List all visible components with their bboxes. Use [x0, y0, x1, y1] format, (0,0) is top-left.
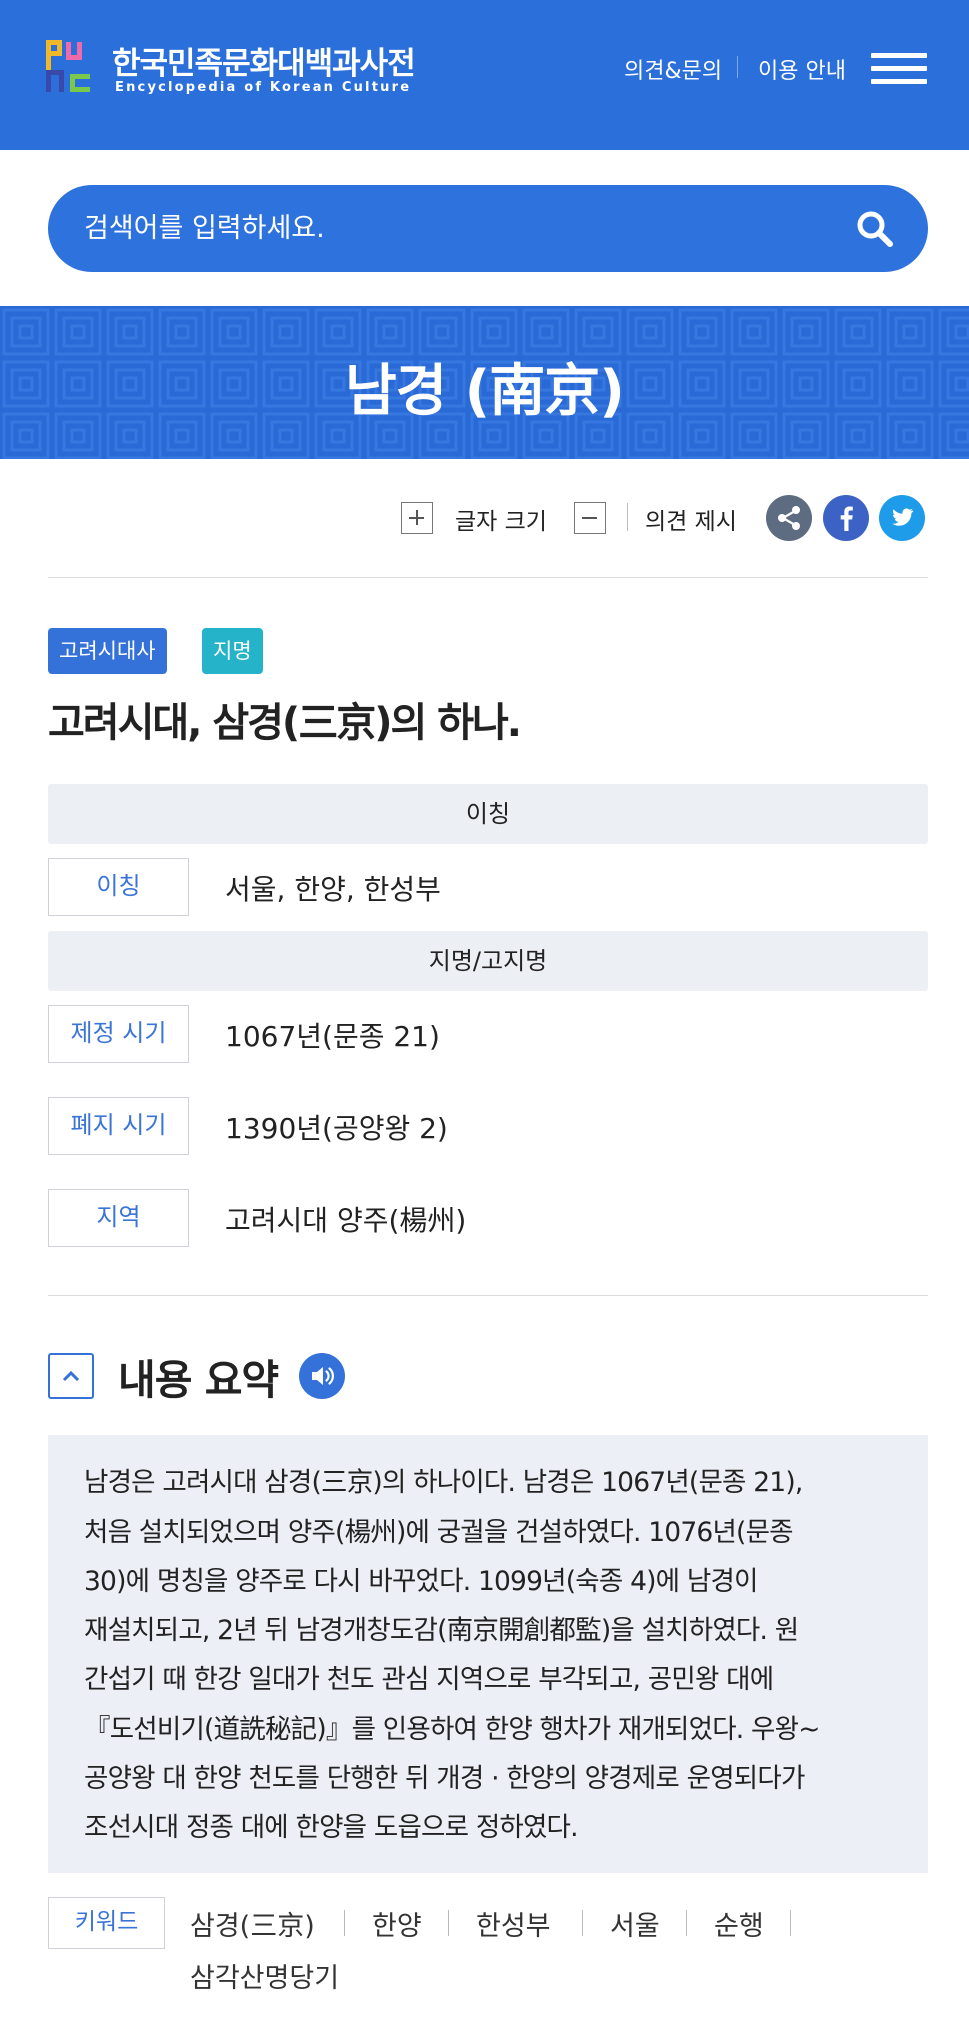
keyword-link[interactable]: 삼각산명당기 — [190, 1956, 339, 1995]
abolished-label: 폐지 시기 — [48, 1097, 189, 1155]
summary-box: 남경은 고려시대 삼경(三京)의 하나이다. 남경은 1067년(문종 21),… — [48, 1435, 928, 1873]
keyword-link[interactable]: 한성부 — [476, 1904, 551, 1943]
keyword-divider — [344, 1910, 345, 1936]
font-decrease-icon[interactable] — [574, 502, 606, 534]
region-value-main: 고려시대 양주 — [225, 1204, 389, 1237]
logo-title[interactable]: 한국민족문화대백과사전 — [112, 38, 416, 83]
summary-title: 내용 요약 — [118, 1356, 279, 1404]
logo-subtitle: Encyclopedia of Korean Culture — [115, 80, 412, 95]
alias-label: 이칭 — [48, 858, 189, 916]
page-title: 남경 (南京) — [345, 359, 625, 424]
article-lead: 고려시대, 삼경(三京)의 하나. — [48, 700, 522, 746]
divider — [48, 577, 928, 578]
font-increase-icon[interactable] — [401, 502, 433, 534]
summary-line: 간섭기 때 한강 일대가 천도 관심 지역으로 부각되고, 공민왕 대에 — [84, 1664, 774, 1695]
keyword-divider — [582, 1910, 583, 1936]
alias-value: 서울, 한양, 한성부 — [225, 873, 441, 906]
region-label: 지역 — [48, 1189, 189, 1247]
summary-line: 조선시대 정종 대에 한양을 도읍으로 정하였다. — [84, 1812, 579, 1843]
keyword-divider — [448, 1910, 449, 1936]
keywords-label: 키워드 — [48, 1897, 165, 1949]
feedback-link[interactable]: 의견&문의 — [624, 53, 722, 85]
guide-link[interactable]: 이용 안내 — [758, 53, 846, 85]
facebook-icon[interactable] — [823, 495, 869, 541]
divider — [48, 1295, 928, 1296]
established-label: 제정 시기 — [48, 1005, 189, 1063]
region-value-hanja: (楊州) — [388, 1204, 467, 1237]
type-tag[interactable]: 지명 — [202, 628, 263, 674]
search-bar — [48, 185, 928, 272]
summary-line: 처음 설치되었으며 양주(楊州)에 궁궐을 건설하였다. 1076년(문종 — [84, 1517, 794, 1548]
site-header: 한국민족문화대백과사전 Encyclopedia of Korean Cultu… — [0, 0, 969, 150]
summary-line: 『도선비기(道詵秘記)』를 인용하여 한양 행차가 재개되었다. 우왕~ — [84, 1714, 820, 1745]
title-banner: 남경 (南京) — [0, 306, 969, 459]
site-logo[interactable] — [46, 40, 98, 94]
search-icon[interactable] — [855, 209, 895, 249]
summary-line: 공양왕 대 한양 천도를 단행한 뒤 개경 · 한양의 양경제로 운영되다가 — [84, 1763, 805, 1794]
abolished-value: 1390년(공양왕 2) — [225, 1112, 448, 1145]
section-header-place: 지명/고지명 — [48, 931, 928, 991]
region-value: 고려시대 양주(楊州) — [225, 1199, 466, 1239]
summary-line: 30)에 명칭을 양주로 다시 바꾸었다. 1099년(숙종 4)에 남경이 — [84, 1566, 758, 1597]
share-icon[interactable] — [766, 495, 812, 541]
section-header-alias: 이칭 — [48, 784, 928, 844]
header-divider — [737, 56, 738, 78]
suggest-button[interactable]: 의견 제시 — [645, 502, 737, 536]
chevron-up-icon — [62, 1370, 80, 1382]
font-size-label: 글자 크기 — [455, 509, 547, 535]
keyword-link[interactable]: 삼경(三京) — [190, 1904, 315, 1943]
twitter-icon[interactable] — [879, 495, 925, 541]
keyword-divider — [790, 1910, 791, 1936]
established-value: 1067년(문종 21) — [225, 1020, 440, 1053]
collapse-button[interactable] — [48, 1353, 94, 1399]
category-tag[interactable]: 고려시대사 — [48, 628, 167, 674]
keyword-link[interactable]: 한양 — [372, 1904, 422, 1943]
toolbar-divider — [627, 503, 628, 531]
keyword-link[interactable]: 서울 — [610, 1904, 660, 1943]
search-input[interactable] — [84, 185, 844, 272]
speaker-icon[interactable] — [299, 1353, 345, 1399]
keyword-link[interactable]: 순행 — [714, 1904, 764, 1943]
keyword-divider — [686, 1910, 687, 1936]
summary-line: 재설치되고, 2년 뒤 남경개창도감(南京開創都監)을 설치하였다. 원 — [84, 1615, 799, 1646]
summary-line: 남경은 고려시대 삼경(三京)의 하나이다. 남경은 1067년(문종 21), — [84, 1467, 803, 1498]
menu-icon[interactable] — [871, 53, 927, 85]
